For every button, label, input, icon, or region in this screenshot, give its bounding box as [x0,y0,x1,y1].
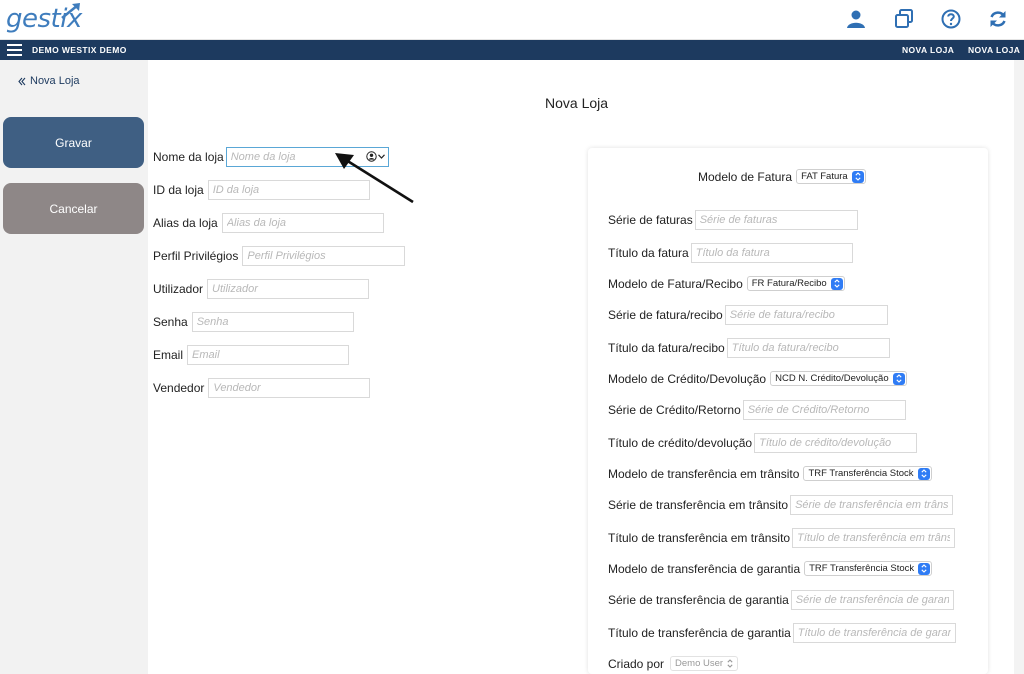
select-chevron-icon [918,562,931,575]
field-label: Série de transferência em trânsito [608,498,789,512]
field-titulo-fatura-recibo: Título da fatura/recibo [608,338,890,358]
field-modelo-fatura-recibo: Modelo de Fatura/Recibo FR Fatura/Recibo [608,276,845,291]
field-serie-transferencia-transito: Série de transferência em trânsito [608,495,954,515]
field-modelo-de-fatura: Modelo de Fatura FAT Fatura [698,169,866,184]
field-label: Modelo de transferência em trânsito [608,466,800,481]
field-label: Série de fatura/recibo [608,308,723,322]
user-icon[interactable] [845,8,867,30]
field-modelo-transferencia-transito: Modelo de transferência em trânsito TRF … [608,466,932,481]
select-chevron-icon [830,277,843,290]
field-label: Título de transferência de garantia [608,626,791,640]
select-value: TRF Transferência Stock [808,468,914,479]
field-modelo-transferencia-garantia: Modelo de transferência de garantia TRF … [608,561,933,576]
company-name: DEMO WESTIX DEMO [32,45,127,55]
updown-chevron-icon [727,659,733,668]
select-chevron-icon [892,372,905,385]
select-value: FAT Fatura [801,171,848,182]
page-title: Nova Loja [545,95,609,111]
field-label: Utilizador [153,282,204,296]
field-serie-fatura-recibo: Série de fatura/recibo [608,305,888,325]
field-label: Título de crédito/devolução [608,436,753,450]
field-label: Série de Crédito/Retorno [608,403,741,417]
double-chevron-left-icon [18,77,26,85]
modelo-fatura-recibo-select[interactable]: FR Fatura/Recibo [746,276,845,291]
field-titulo-da-fatura: Título da fatura [608,243,853,263]
field-serie-credito-retorno: Série de Crédito/Retorno [608,400,906,420]
nav-bar: DEMO WESTIX DEMO NOVA LOJA NOVA LOJA [0,40,1024,60]
field-perfil-privilegios: Perfil Privilégios [153,246,406,266]
field-criado-por: Criado por Demo User [608,656,739,671]
field-utilizador: Utilizador [153,279,370,299]
field-label: Modelo de Fatura [698,169,793,184]
field-label: Alias da loja [153,216,218,230]
vendedor-input[interactable] [208,378,371,398]
serie-fatura-recibo-input[interactable] [724,305,888,325]
field-serie-de-faturas: Série de faturas [608,210,858,230]
field-label: Modelo de Crédito/Devolução [608,371,767,386]
modelo-de-fatura-select[interactable]: FAT Fatura [796,169,866,184]
cancel-button[interactable]: Cancelar [3,183,144,234]
field-label: Título da fatura [608,246,689,260]
alias-da-loja-input[interactable] [221,213,384,233]
modelo-transferencia-transito-select[interactable]: TRF Transferência Stock [803,466,932,481]
field-label: Modelo de Fatura/Recibo [608,276,743,291]
field-senha: Senha [153,312,354,332]
modelo-transferencia-garantia-select[interactable]: TRF Transferência Stock [804,561,933,576]
perfil-privilegios-input[interactable] [242,246,406,266]
criado-por-select[interactable]: Demo User [670,656,739,671]
field-label: Nome da loja [153,150,224,164]
nav-link-nova-loja-2[interactable]: NOVA LOJA [968,45,1020,55]
back-link[interactable]: Nova Loja [18,75,80,87]
field-email: Email [153,345,350,365]
field-vendedor: Vendedor [153,378,371,398]
field-label: ID da loja [153,183,204,197]
field-label: Vendedor [153,381,205,395]
back-link-label: Nova Loja [30,75,80,87]
serie-de-faturas-input[interactable] [694,210,858,230]
save-button[interactable]: Gravar [3,117,144,168]
field-label: Perfil Privilégios [153,249,239,263]
select-value: Demo User [675,658,724,669]
select-value: NCD N. Crédito/Devolução [775,373,889,384]
field-label: Título da fatura/recibo [608,341,725,355]
top-bar: gestix [0,0,1024,40]
field-alias-da-loja: Alias da loja [153,213,384,233]
field-label: Série de faturas [608,213,693,227]
field-label: Modelo de transferência de garantia [608,561,801,576]
duplicate-windows-icon[interactable] [893,8,915,30]
pointer-arrow-icon [335,153,414,204]
titulo-da-fatura-input[interactable] [690,243,853,263]
titulo-credito-devolucao-input[interactable] [754,433,918,453]
hamburger-menu-icon[interactable] [7,44,22,56]
field-label: Email [153,348,184,362]
senha-input[interactable] [191,312,354,332]
titulo-transferencia-garantia-input[interactable] [792,623,956,643]
serie-credito-retorno-input[interactable] [742,400,906,420]
field-label: Criado por [608,656,665,671]
serie-transferencia-transito-input[interactable] [790,495,954,515]
select-value: TRF Transferência Stock [809,563,915,574]
select-value: FR Fatura/Recibo [751,278,827,289]
field-serie-transferencia-garantia: Série de transferência de garantia [608,590,954,610]
titulo-transferencia-transito-input[interactable] [792,528,956,548]
select-chevron-icon [851,170,864,183]
titulo-fatura-recibo-input[interactable] [726,338,890,358]
nav-link-nova-loja[interactable]: NOVA LOJA [902,45,954,55]
field-titulo-transferencia-garantia: Título de transferência de garantia [608,623,956,643]
modelo-credito-devolucao-select[interactable]: NCD N. Crédito/Devolução [770,371,907,386]
field-modelo-credito-devolucao: Modelo de Crédito/Devolução NCD N. Crédi… [608,371,907,386]
field-label: Senha [153,315,188,329]
page-scrollbar[interactable] [1014,60,1024,674]
field-label: Série de transferência de garantia [608,593,789,607]
serie-transferencia-garantia-input[interactable] [790,590,954,610]
field-label: Título de transferência em trânsito [608,531,791,545]
field-titulo-transferencia-transito: Título de transferência em trânsito [608,528,956,548]
email-input[interactable] [187,345,350,365]
field-titulo-credito-devolucao: Título de crédito/devolução [608,433,918,453]
utilizador-input[interactable] [207,279,370,299]
select-chevron-icon [917,467,930,480]
refresh-icon[interactable] [987,8,1009,30]
help-icon[interactable] [940,8,962,30]
logo-arrow-icon [61,3,80,19]
